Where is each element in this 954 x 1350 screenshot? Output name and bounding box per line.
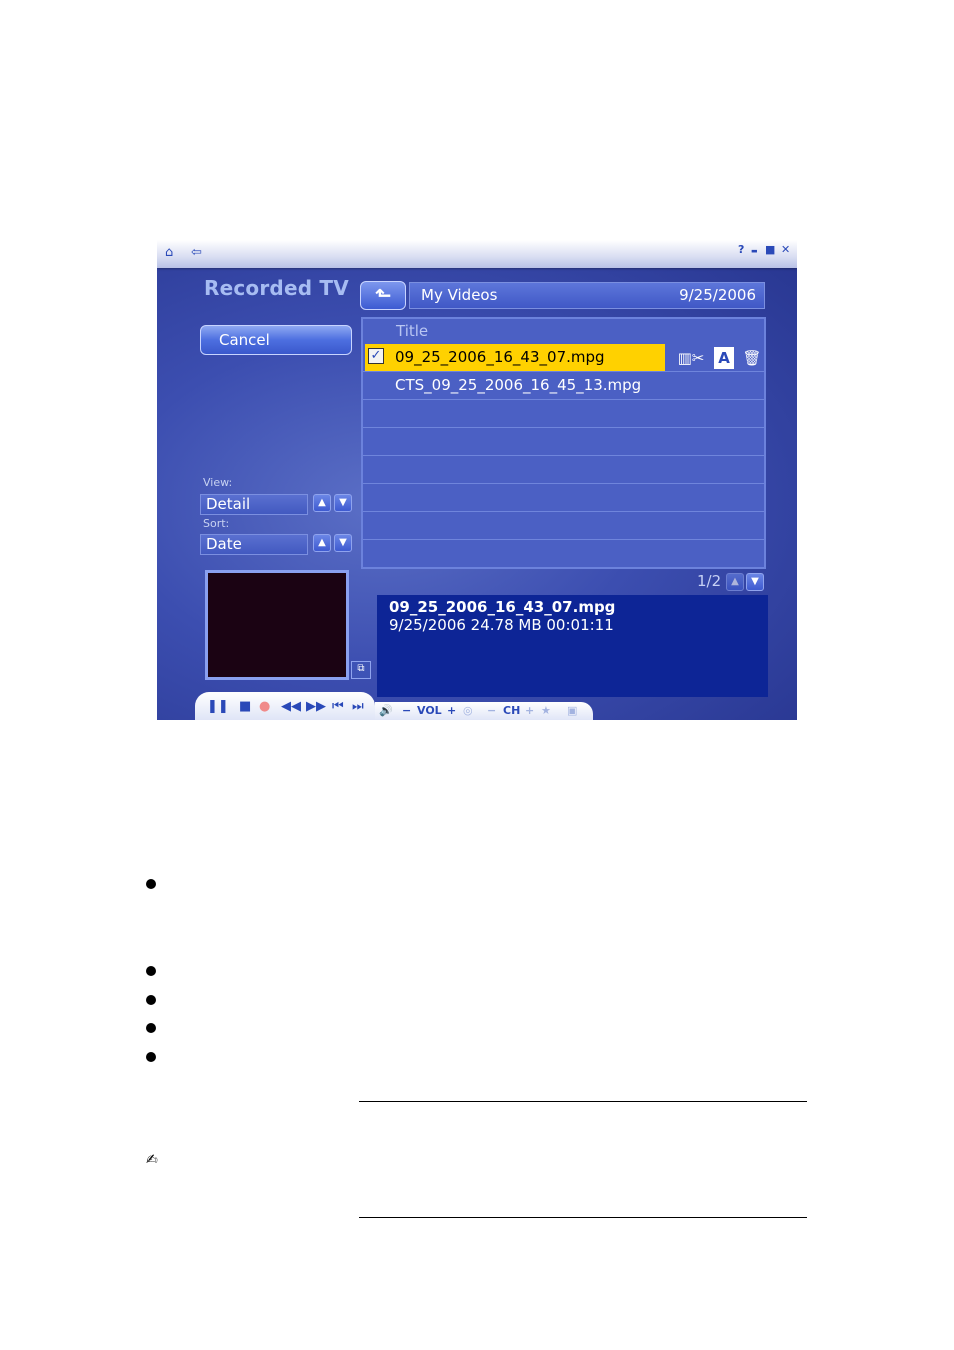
list-item-empty <box>363 511 764 539</box>
column-header-title[interactable]: Title <box>363 319 764 343</box>
chevron-down-icon: ▼ <box>339 537 347 548</box>
bullet-marker <box>146 995 156 1005</box>
title-bar: ⌂ ⇦ ? ▬ ■ ✕ <box>157 240 797 268</box>
list-item-empty <box>363 455 764 483</box>
close-button[interactable]: ✕ <box>781 243 790 256</box>
mute-icon[interactable]: ◎ <box>463 704 473 717</box>
view-down-button[interactable]: ▼ <box>334 494 352 512</box>
folder-date: 9/25/2006 <box>679 286 756 304</box>
info-details: 9/25/2006 24.78 MB 00:01:11 <box>389 616 614 634</box>
help-button[interactable]: ? <box>738 243 744 256</box>
ch-label: CH <box>503 704 521 717</box>
channel-down-icon[interactable]: − <box>487 704 496 717</box>
up-arrow-icon: ⬑ <box>374 283 392 307</box>
bullet-marker <box>146 1052 156 1062</box>
folder-bar: My Videos 9/25/2006 <box>409 282 765 309</box>
divider <box>359 1217 807 1218</box>
divider <box>359 1101 807 1102</box>
sort-up-button[interactable]: ▲ <box>313 534 331 552</box>
folder-name: My Videos <box>421 286 498 304</box>
speaker-icon[interactable]: 🔊 <box>379 704 393 717</box>
transport-controls: ❚❚ ■ ● ◀◀ ▶▶ ⏮ ⏭ <box>195 692 375 720</box>
rename-icon[interactable]: A <box>714 347 734 369</box>
list-item[interactable]: ✓ 09_25_2006_16_43_07.mpg <box>365 344 665 371</box>
volume-channel-bar: 🔊 − VOL + ◎ − CH + ★ ▣ <box>375 702 593 720</box>
page-title: Recorded TV <box>204 276 349 300</box>
page-up-button[interactable]: ▲ <box>726 573 744 591</box>
channel-up-icon[interactable]: + <box>525 704 534 717</box>
list-item-empty <box>363 399 764 427</box>
favorite-icon[interactable]: ★ <box>541 704 551 717</box>
sort-select[interactable]: Date <box>200 534 308 555</box>
chevron-up-icon: ▲ <box>318 537 326 548</box>
checkbox-checked-icon[interactable]: ✓ <box>368 348 384 364</box>
page-indicator: 1/2 <box>697 572 721 590</box>
skip-forward-icon[interactable]: ⏭ <box>352 699 364 714</box>
rewind-icon[interactable]: ◀◀ <box>281 699 301 714</box>
list-item-label: CTS_09_25_2006_16_45_13.mpg <box>395 376 642 394</box>
page-down-button[interactable]: ▼ <box>746 573 764 591</box>
list-item-empty <box>363 427 764 455</box>
home-icon[interactable]: ⌂ <box>165 245 173 260</box>
cancel-button[interactable]: Cancel <box>200 325 352 355</box>
vol-label: VOL <box>417 704 442 717</box>
info-filename: 09_25_2006_16_43_07.mpg <box>389 598 616 616</box>
list-item[interactable]: CTS_09_25_2006_16_45_13.mpg <box>363 371 764 399</box>
bullet-marker <box>146 1023 156 1033</box>
aspect-icon[interactable]: ▣ <box>567 704 577 717</box>
chevron-up-icon: ▲ <box>318 497 326 508</box>
chevron-down-icon: ▼ <box>751 576 759 587</box>
minimize-button[interactable]: ▬ <box>751 247 758 255</box>
maximize-button[interactable]: ■ <box>765 243 775 256</box>
bullet-marker <box>146 966 156 976</box>
record-icon[interactable]: ● <box>259 699 270 714</box>
volume-down-icon[interactable]: − <box>402 704 411 717</box>
pencil-note-icon: ✍ <box>146 1152 158 1168</box>
list-item-empty <box>363 483 764 511</box>
sort-label: Sort: <box>203 517 230 530</box>
fullscreen-icon[interactable]: ⧉ <box>351 661 371 679</box>
recordings-list: Title ✓ 09_25_2006_16_43_07.mpg CTS_09_2… <box>361 317 766 569</box>
view-select[interactable]: Detail <box>200 494 308 515</box>
back-arrow-icon[interactable]: ⇦ <box>191 245 202 260</box>
list-item-label: 09_25_2006_16_43_07.mpg <box>395 348 605 366</box>
volume-up-icon[interactable]: + <box>447 704 456 717</box>
page-number: 1/2 <box>697 572 722 590</box>
trash-icon[interactable]: 🗑 <box>741 347 763 369</box>
fast-forward-icon[interactable]: ▶▶ <box>306 699 326 714</box>
chevron-down-icon: ▼ <box>339 497 347 508</box>
list-item-empty <box>363 539 764 567</box>
folder-up-button[interactable]: ⬑ <box>360 281 406 310</box>
recorded-tv-window: ⌂ ⇦ ? ▬ ■ ✕ Recorded TV Cancel View: Det… <box>157 240 797 720</box>
view-up-button[interactable]: ▲ <box>313 494 331 512</box>
pause-icon[interactable]: ❚❚ <box>207 699 229 714</box>
film-cut-icon[interactable]: ▥✂ <box>673 347 709 369</box>
view-label: View: <box>203 476 233 489</box>
skip-back-icon[interactable]: ⏮ <box>332 699 344 714</box>
video-preview[interactable] <box>205 570 349 680</box>
stop-icon[interactable]: ■ <box>239 699 251 714</box>
bullet-marker <box>146 879 156 889</box>
chevron-up-icon: ▲ <box>731 576 739 587</box>
sort-down-button[interactable]: ▼ <box>334 534 352 552</box>
file-info-panel: 09_25_2006_16_43_07.mpg 9/25/2006 24.78 … <box>377 595 768 697</box>
